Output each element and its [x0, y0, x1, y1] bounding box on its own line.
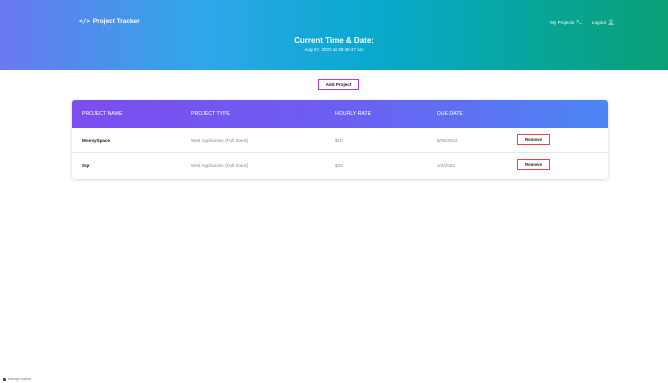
manage-cookies-link[interactable]: Manage cookies	[3, 377, 31, 381]
due-date: 1/4/2023	[437, 163, 455, 168]
manage-cookies-label: Manage cookies	[8, 377, 32, 381]
my-projects-link[interactable]: My Projects >_	[550, 19, 582, 25]
current-datetime: Aug 07, 2022 at 08:48:47 am	[304, 47, 364, 52]
my-projects-label: My Projects	[550, 19, 575, 25]
code-icon: </>	[79, 18, 90, 25]
table-row: Sqr Web Application (Full Stack) $20 1/4…	[72, 153, 608, 178]
user-icon	[608, 19, 614, 25]
column-header-project-name: PROJECT NAME	[82, 111, 123, 117]
page-header: </> Project Tracker My Projects >_ Logou…	[0, 0, 668, 70]
project-type: Web Application (Full Stack)	[191, 163, 249, 168]
logout-label: Logout	[591, 19, 606, 25]
brand-logo[interactable]: </> Project Tracker	[79, 18, 140, 25]
column-header-due-date: DUE DATE	[437, 111, 463, 117]
project-name: Sqr	[82, 163, 90, 168]
hourly-rate: $10	[335, 138, 343, 143]
remove-button[interactable]: Remove	[517, 134, 550, 145]
logout-link[interactable]: Logout	[592, 19, 614, 25]
column-header-hourly-rate: HOURLY RATE	[335, 111, 372, 117]
column-header-project-type: PROJECT TYPE	[191, 111, 231, 117]
add-project-button[interactable]: Add Project	[318, 79, 359, 90]
table-header: PROJECT NAME PROJECT TYPE HOURLY RATE DU…	[72, 100, 608, 128]
hourly-rate: $20	[335, 163, 343, 168]
project-name: MoovySpace	[82, 138, 111, 143]
projects-table: PROJECT NAME PROJECT TYPE HOURLY RATE DU…	[72, 100, 608, 179]
page-title: Current Time & Date:	[294, 36, 374, 45]
terminal-icon: >_	[576, 19, 582, 25]
due-date: 8/06/2022	[437, 138, 458, 143]
table-row: MoovySpace Web Application (Full Stack) …	[72, 128, 608, 153]
top-nav: My Projects >_ Logout	[550, 19, 614, 25]
brand-name: Project Tracker	[92, 18, 140, 25]
remove-button[interactable]: Remove	[517, 159, 550, 170]
cookie-icon	[3, 377, 6, 381]
project-type: Web Application (Full Stack)	[191, 138, 249, 143]
